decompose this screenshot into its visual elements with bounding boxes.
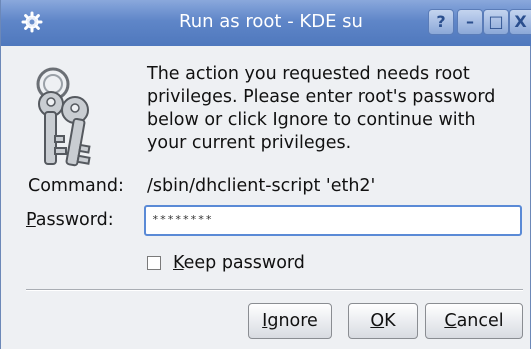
ok-mnemonic: O [370, 311, 385, 331]
help-button[interactable]: ? [428, 9, 454, 35]
keys-icon [36, 67, 91, 167]
ignore-button[interactable]: Ignore [248, 303, 332, 339]
ok-label: K [384, 311, 396, 331]
command-label: Command: [28, 176, 124, 196]
password-label-text: assword: [35, 210, 114, 230]
close-button[interactable]: X [509, 9, 531, 35]
separator [26, 289, 523, 291]
keep-password-label-text: eep password [183, 253, 305, 273]
ignore-label: gnore [267, 311, 318, 331]
cancel-mnemonic: C [444, 311, 457, 331]
window-title: Run as root - KDE su [179, 11, 363, 32]
keep-password-checkbox[interactable] [147, 256, 161, 270]
kdesu-dialog: Run as root - KDE su ? – □ X The action … [0, 0, 531, 349]
command-value: /sbin/dhclient-script 'eth2' [147, 176, 376, 196]
ok-button[interactable]: OK [348, 303, 418, 339]
title-bar[interactable]: Run as root - KDE su ? – □ X [1, 0, 531, 46]
keep-password-label[interactable]: Keep password [173, 253, 305, 273]
gear-icon[interactable] [21, 11, 43, 33]
keep-password-mnemonic: K [173, 253, 184, 273]
maximize-button[interactable]: □ [483, 9, 509, 35]
password-label: Password: [26, 210, 114, 230]
minimize-button[interactable]: – [457, 9, 483, 35]
cancel-button[interactable]: Cancel [425, 303, 523, 339]
password-mnemonic: P [26, 210, 36, 230]
password-field[interactable]: ******** [144, 205, 522, 236]
cancel-label: ancel [456, 311, 504, 331]
dialog-message: The action you requested needs root priv… [147, 64, 496, 153]
